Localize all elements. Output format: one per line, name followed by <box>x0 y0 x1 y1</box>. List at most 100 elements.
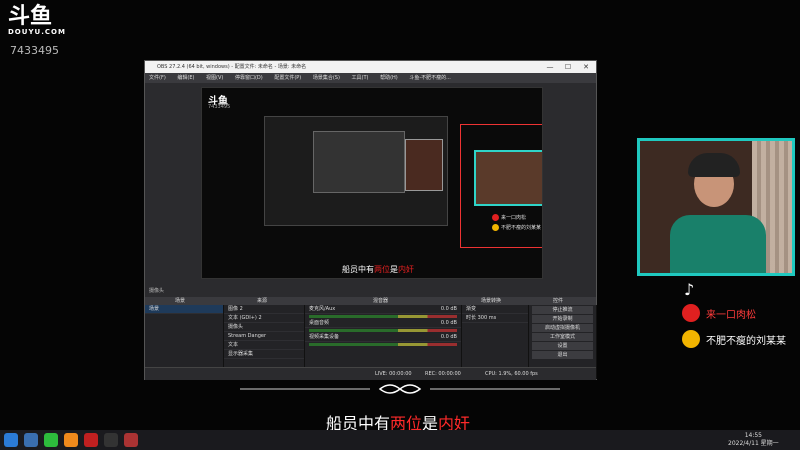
taskbar <box>0 430 800 450</box>
preview-canvas[interactable]: 斗鱼 7433495 来一口肉松 不肥不瘦的刘某某 船员中有两位是内奸 <box>201 87 543 279</box>
volume-meter[interactable] <box>309 315 457 318</box>
cpu-fps: CPU: 1.9%, 60.00 fps <box>485 371 538 377</box>
obs-icon[interactable] <box>104 433 118 447</box>
logo-subtext: DOUYU.COM <box>8 28 66 36</box>
weibo-icon <box>492 214 499 221</box>
mixer-channel: 麦克风/Aux 0.0 dB <box>305 305 461 314</box>
nested-screen <box>313 131 405 193</box>
room-id: 7433495 <box>10 44 59 57</box>
game-icon[interactable] <box>124 433 138 447</box>
mixer-header: 混音器 <box>373 298 389 304</box>
social-handle-1-label: 来一口肉松 <box>706 309 756 321</box>
douyu-icon[interactable] <box>64 433 78 447</box>
menu-edit[interactable]: 编辑(E) <box>177 75 194 81</box>
social-handle-2-label: 不肥不瘦的刘某某 <box>706 335 786 347</box>
preview-badge-2: 不肥不瘦的刘某某 <box>492 224 541 231</box>
stop-streaming-button[interactable]: 停止推流 <box>532 306 593 314</box>
mixer-channel-name: 麦克风/Aux <box>309 306 336 312</box>
streamer-shirt <box>670 215 766 273</box>
obs-window: OBS 27.2.4 (64 bit, windows) - 配置文件: 未命名… <box>144 60 597 380</box>
scenes-header: 场景 <box>175 298 186 304</box>
preview-nested-capture <box>264 116 448 226</box>
menu-view[interactable]: 视图(V) <box>206 75 223 81</box>
taskbar-clock[interactable]: 14:55 2022/4/11 星期一 <box>728 432 779 448</box>
volume-meter[interactable] <box>309 329 457 332</box>
menu-profile[interactable]: 配置文件(P) <box>274 75 301 81</box>
mixer-channel-db: 0.0 dB <box>440 320 457 326</box>
preview-camera <box>474 150 542 206</box>
menu-file[interactable]: 文件(F) <box>149 75 166 81</box>
menu-docks[interactable]: 停靠窗口(D) <box>235 75 263 81</box>
status-bar: LIVE: 00:00:00 REC: 00:00:00 CPU: 1.9%, … <box>145 367 596 380</box>
preview-badge-1: 来一口肉松 <box>492 214 541 221</box>
social-handle-1: 来一口肉松 <box>682 304 756 322</box>
preview-subtitle-highlight: 两位 <box>374 265 390 274</box>
obs-titlebar: OBS 27.2.4 (64 bit, windows) - 配置文件: 未命名… <box>145 61 596 73</box>
duration-row: 时长 300 ms <box>462 314 528 323</box>
rec-time: REC: 00:00:00 <box>425 371 461 377</box>
source-item[interactable]: Stream Danger <box>224 332 304 341</box>
obs-title-text: OBS 27.2.4 (64 bit, windows) - 配置文件: 未命名… <box>157 64 307 70</box>
menu-help[interactable]: 帮助(H) <box>380 75 398 81</box>
virtual-camera-button[interactable]: 启动虚拟摄像机 <box>532 324 593 332</box>
douyu-logo: 斗鱼 DOUYU.COM <box>8 4 66 37</box>
ornament-divider <box>240 384 560 394</box>
preview-subtitle: 船员中有两位是内奸 <box>342 264 414 275</box>
duration-label: 时长 <box>466 315 477 321</box>
mixer-channel-db: 0.0 dB <box>440 334 457 340</box>
mixer-channel-name: 桌面音频 <box>309 320 330 326</box>
transition-select[interactable]: 渐变 <box>462 305 528 314</box>
mixer-channel: 桌面音频 0.0 dB <box>305 319 461 328</box>
social-handle-2: 不肥不瘦的刘某某 <box>682 330 786 348</box>
weibo-icon <box>492 224 499 231</box>
logo-text: 斗鱼 <box>8 4 53 29</box>
preview-subtitle-text: 船员中有 <box>342 265 374 274</box>
streamer-hair <box>688 153 740 177</box>
source-item[interactable]: 图像 2 <box>224 305 304 314</box>
live-time: LIVE: 00:00:00 <box>375 371 412 377</box>
obs-menubar: 文件(F) 编辑(E) 视图(V) 停靠窗口(D) 配置文件(P) 场景集合(S… <box>145 73 596 83</box>
mixer-channel-db: 0.0 dB <box>440 306 457 312</box>
preview-subtitle-highlight: 内奸 <box>398 265 414 274</box>
current-scene-label: 摄像头 <box>149 288 165 294</box>
preview-badge-1-label: 来一口肉松 <box>501 215 527 221</box>
minimize-button[interactable]: — <box>541 61 559 73</box>
preview-room-id: 7433495 <box>208 104 231 110</box>
mixer-channel: 视频采集设备 0.0 dB <box>305 333 461 342</box>
mixer-channel-name: 视频采集设备 <box>309 334 340 340</box>
transitions-header: 场景转换 <box>481 298 502 304</box>
wechat-icon[interactable] <box>44 433 58 447</box>
preview-badges: 来一口肉松 不肥不瘦的刘某某 <box>492 214 541 234</box>
settings-button[interactable]: 设置 <box>532 342 593 350</box>
menu-scene-collection[interactable]: 场景集合(S) <box>313 75 340 81</box>
webcam-frame <box>637 138 795 276</box>
preview-badge-2-label: 不肥不瘦的刘某某 <box>501 225 542 231</box>
app-icon[interactable] <box>84 433 98 447</box>
exit-button[interactable]: 退出 <box>532 351 593 359</box>
weibo-icon <box>682 304 700 322</box>
controls-header: 控件 <box>553 298 564 304</box>
tiktok-icon: ♪ <box>684 280 695 299</box>
scene-item[interactable]: 场景 <box>145 305 223 314</box>
clock-time: 14:55 <box>744 432 762 439</box>
clock-date: 2022/4/11 星期一 <box>728 440 779 447</box>
maximize-button[interactable]: ☐ <box>559 61 577 73</box>
source-item[interactable]: 摄像头 <box>224 323 304 332</box>
source-item[interactable]: 文本 <box>224 341 304 350</box>
weibo-icon <box>682 330 700 348</box>
source-item[interactable]: 文本 (GDI+) 2 <box>224 314 304 323</box>
source-item[interactable]: 显示器采集 <box>224 350 304 359</box>
menu-tools[interactable]: 工具(T) <box>352 75 369 81</box>
windows-start-icon[interactable] <box>4 433 18 447</box>
dock-headers: 场景 来源 混音器 场景转换 控件 <box>145 297 596 305</box>
close-button[interactable]: ✕ <box>577 61 595 73</box>
preview-subtitle-text: 是 <box>390 265 398 274</box>
studio-mode-button[interactable]: 工作室模式 <box>532 333 593 341</box>
steam-icon[interactable] <box>24 433 38 447</box>
nested-cam <box>405 139 443 191</box>
volume-meter[interactable] <box>309 343 457 346</box>
start-recording-button[interactable]: 开始录制 <box>532 315 593 323</box>
menu-douyu[interactable]: 斗鱼-不肥不瘦的... <box>409 75 451 81</box>
sources-header: 来源 <box>257 298 268 304</box>
duration-input[interactable]: 300 ms <box>478 315 497 321</box>
